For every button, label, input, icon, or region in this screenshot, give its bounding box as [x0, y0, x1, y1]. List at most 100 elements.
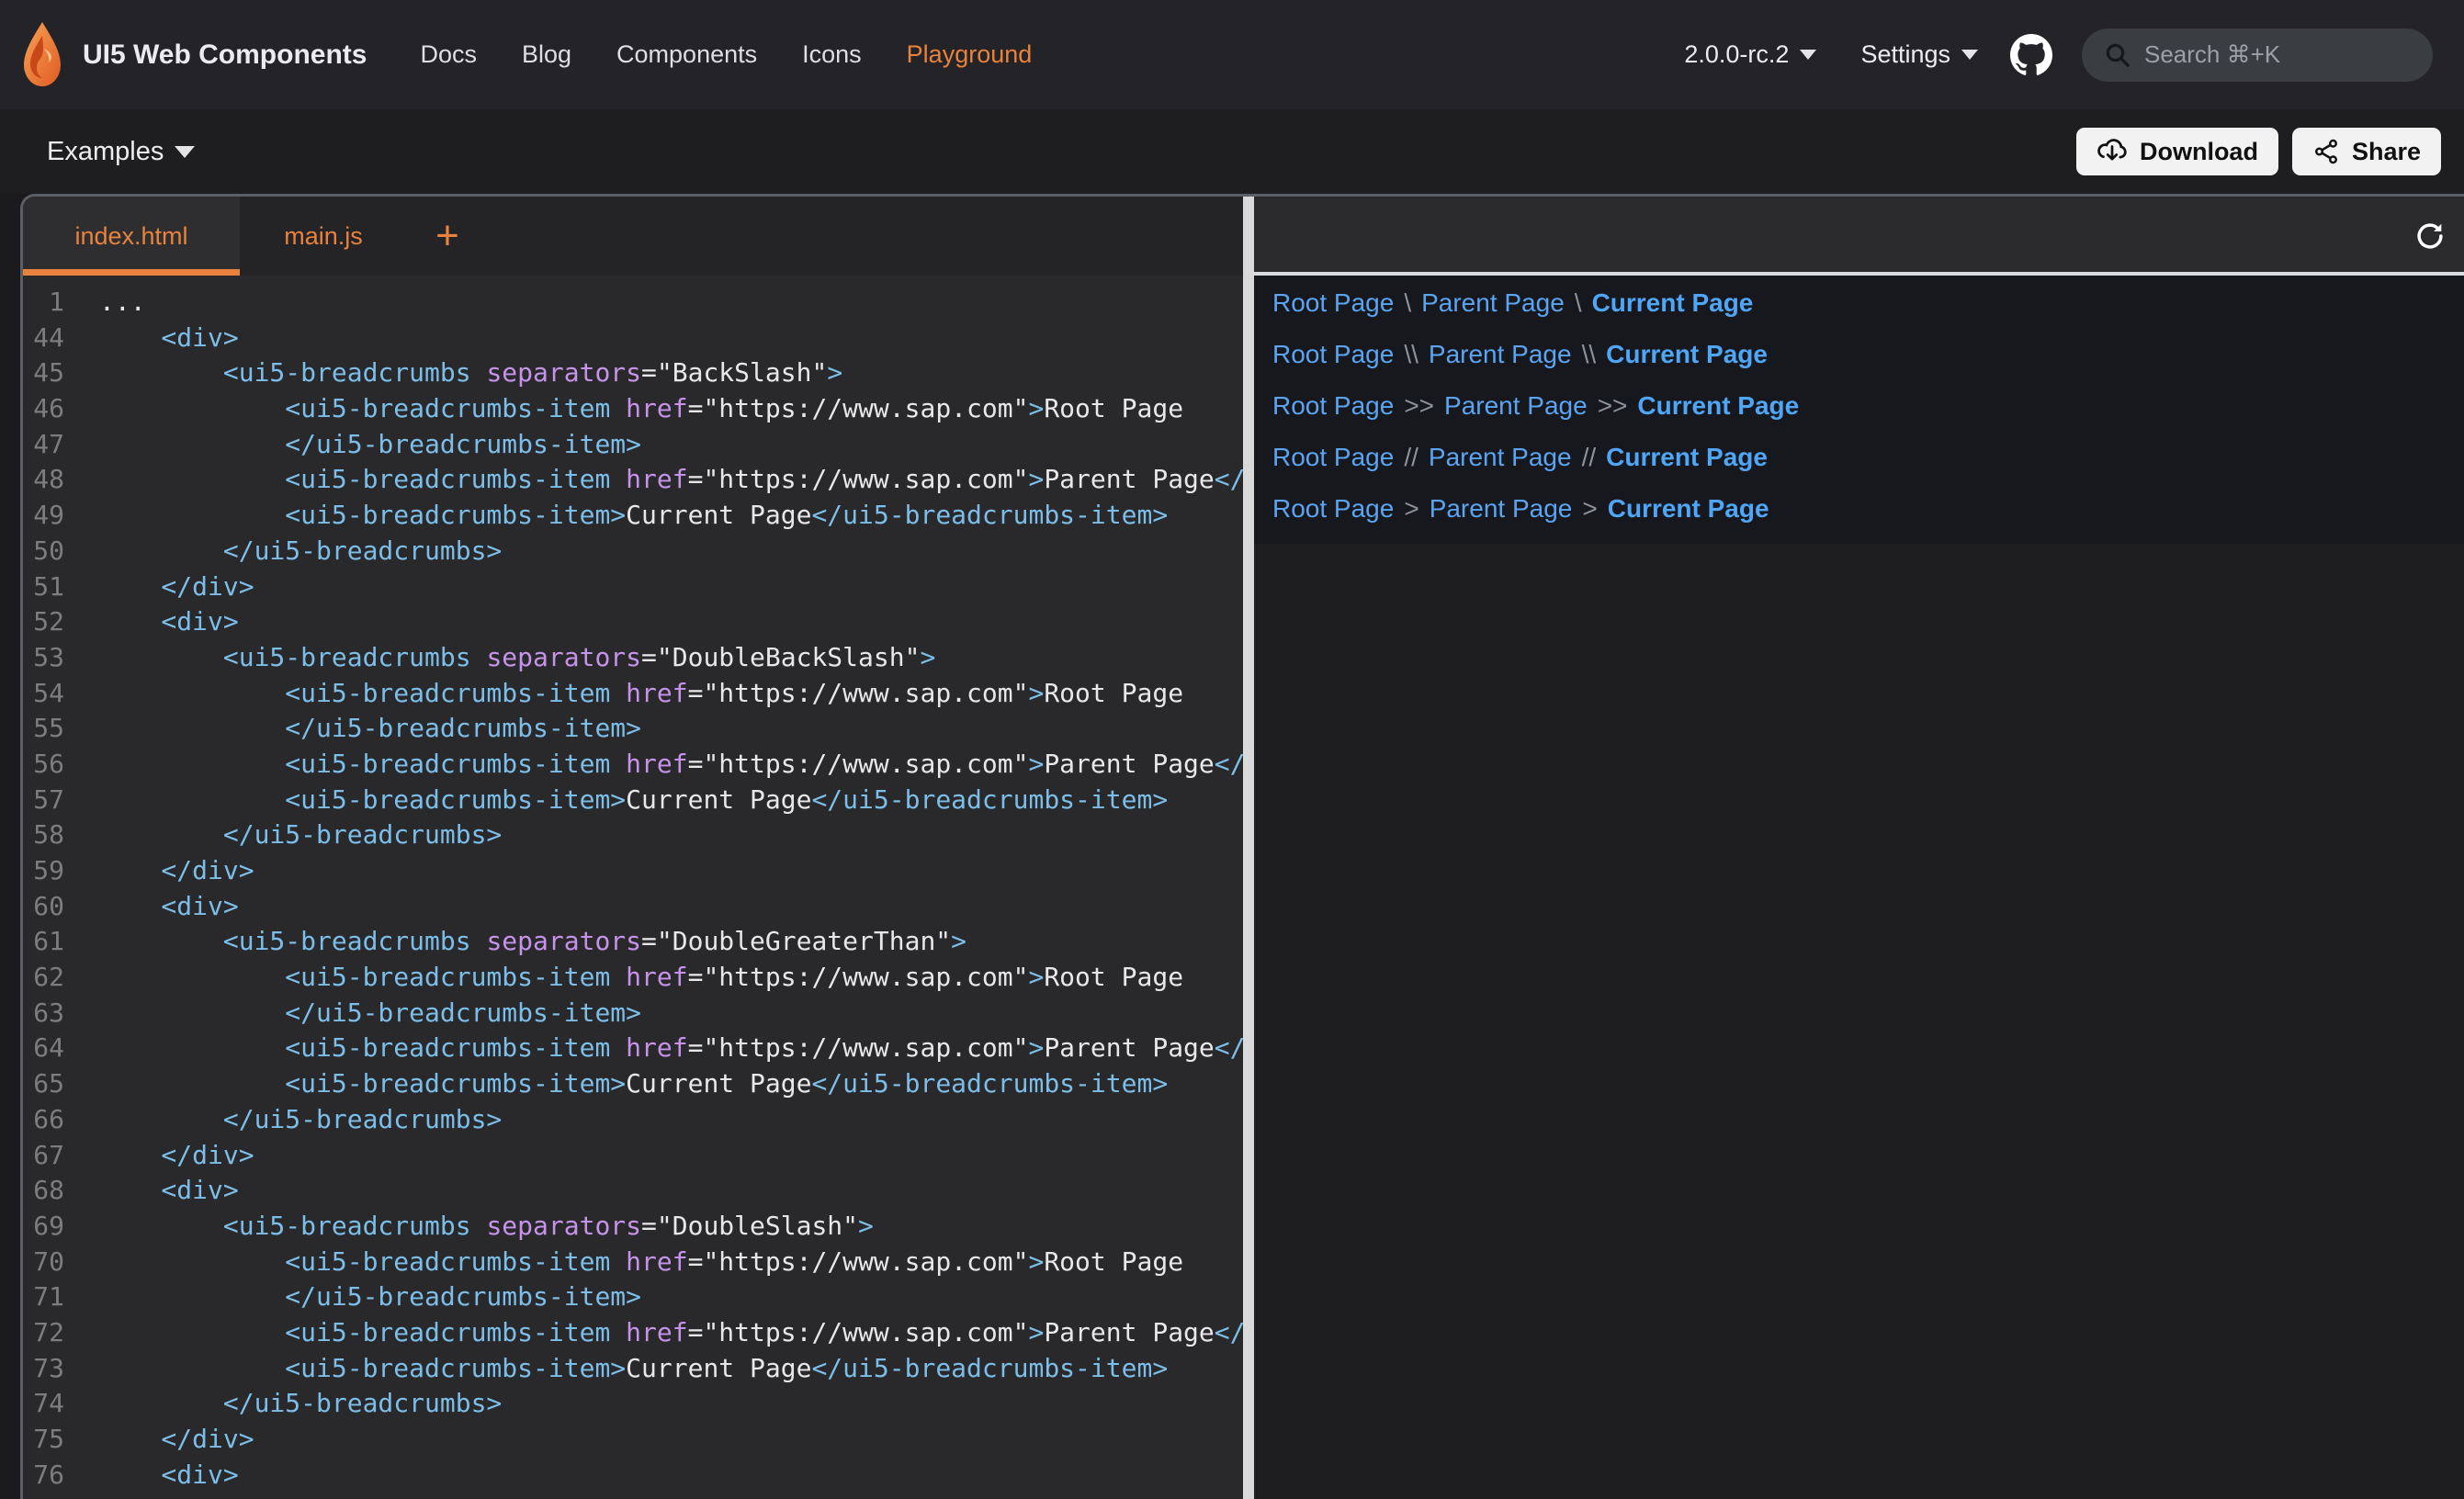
- breadcrumb-link[interactable]: Parent Page: [1429, 443, 1572, 471]
- breadcrumb-separator: //: [1404, 443, 1418, 471]
- chevron-down-icon: [1961, 50, 1978, 60]
- nav-item-components[interactable]: Components: [616, 40, 757, 69]
- playground-container: index.html main.js + 1...44 <div>45 <ui5…: [20, 194, 2464, 1499]
- code-line: 75 </div>: [23, 1422, 1243, 1458]
- code-line: 57 <ui5-breadcrumbs-item>Current Page</u…: [23, 783, 1243, 818]
- breadcrumb-link[interactable]: Root Page: [1272, 443, 1394, 471]
- code-line: 69 <ui5-breadcrumbs separators="DoubleSl…: [23, 1209, 1243, 1245]
- breadcrumb-link[interactable]: Parent Page: [1430, 494, 1573, 523]
- line-number: 66: [23, 1102, 64, 1138]
- code-line: 71 </ui5-breadcrumbs-item>: [23, 1279, 1243, 1315]
- code-lines[interactable]: 1...44 <div>45 <ui5-breadcrumbs separato…: [23, 276, 1243, 1499]
- code-editor-pane: index.html main.js + 1...44 <div>45 <ui5…: [23, 197, 1243, 1499]
- code-token: </: [1215, 1317, 1243, 1347]
- line-number: 47: [23, 427, 64, 463]
- examples-dropdown[interactable]: Examples: [47, 137, 195, 167]
- main-nav: Docs Blog Components Icons Playground: [420, 40, 1077, 69]
- code-token: Parent Page: [1044, 749, 1214, 779]
- line-number: 61: [23, 924, 64, 960]
- code-token: ="https://www.sap.com": [688, 1317, 1029, 1347]
- breadcrumb-link[interactable]: Root Page: [1272, 340, 1394, 368]
- code-token: <ui5-breadcrumbs-item: [99, 678, 626, 708]
- breadcrumb-current: Current Page: [1606, 443, 1768, 471]
- tab-main-js[interactable]: main.js: [240, 197, 407, 276]
- share-button[interactable]: Share: [2292, 128, 2441, 175]
- line-number: 73: [23, 1351, 64, 1387]
- code-line: 62 <ui5-breadcrumbs-item href="https://w…: [23, 960, 1243, 996]
- line-number: 68: [23, 1173, 64, 1209]
- breadcrumb-current: Current Page: [1606, 340, 1768, 368]
- add-tab-button[interactable]: +: [418, 197, 477, 276]
- line-number: 1: [23, 285, 64, 321]
- nav-item-icons[interactable]: Icons: [802, 40, 862, 69]
- breadcrumb-separator: \: [1575, 288, 1582, 317]
- code-token: Current Page: [626, 784, 811, 815]
- line-number: 44: [23, 321, 64, 356]
- settings-dropdown[interactable]: Settings: [1860, 40, 1978, 69]
- code-token: href: [626, 1246, 687, 1277]
- code-token: <ui5-breadcrumbs-item: [99, 464, 626, 494]
- refresh-icon[interactable]: [2413, 219, 2447, 254]
- code-token: <div>: [99, 1460, 239, 1490]
- code-token: <ui5-breadcrumbs: [99, 926, 486, 956]
- code-token: <ui5-breadcrumbs-item: [99, 749, 626, 779]
- code-token: >: [1028, 962, 1044, 992]
- code-line: 65 <ui5-breadcrumbs-item>Current Page</u…: [23, 1066, 1243, 1102]
- code-token: ="DoubleGreaterThan": [641, 926, 951, 956]
- download-label: Download: [2140, 138, 2258, 166]
- version-dropdown[interactable]: 2.0.0-rc.2: [1684, 40, 1816, 69]
- download-button[interactable]: Download: [2076, 128, 2278, 175]
- code-line: 54 <ui5-breadcrumbs-item href="https://w…: [23, 676, 1243, 712]
- code-line: 46 <ui5-breadcrumbs-item href="https://w…: [23, 391, 1243, 427]
- breadcrumb-link[interactable]: Parent Page: [1421, 288, 1565, 317]
- search-input[interactable]: [2144, 40, 2411, 69]
- examples-toolbar: Examples Download Share: [0, 109, 2464, 194]
- code-token: </div>: [99, 855, 254, 885]
- code-token: <div>: [99, 606, 239, 637]
- code-token: Root Page: [1044, 962, 1183, 992]
- preview-toolbar: [1254, 197, 2464, 276]
- tab-index-html[interactable]: index.html: [23, 197, 240, 276]
- code-token: </ui5-breadcrumbs-item>: [811, 1068, 1168, 1099]
- examples-label: Examples: [47, 137, 164, 167]
- breadcrumb-separator: >>: [1404, 391, 1434, 420]
- breadcrumb-current: Current Page: [1637, 391, 1799, 420]
- code-token: </ui5-breadcrumbs-item>: [99, 429, 641, 459]
- code-line: 53 <ui5-breadcrumbs separators="DoubleBa…: [23, 640, 1243, 676]
- code-token: >: [1028, 749, 1044, 779]
- nav-item-playground[interactable]: Playground: [907, 40, 1033, 69]
- tab-label: index.html: [74, 222, 187, 251]
- line-number: 60: [23, 889, 64, 925]
- line-number: 57: [23, 783, 64, 818]
- code-line: 45 <ui5-breadcrumbs separators="BackSlas…: [23, 355, 1243, 391]
- preview-pane: Root Page\Parent Page\Current PageRoot P…: [1254, 197, 2464, 1499]
- breadcrumb-link[interactable]: Parent Page: [1429, 340, 1572, 368]
- code-line: 51 </div>: [23, 569, 1243, 605]
- github-icon[interactable]: [2010, 34, 2052, 76]
- code-token: >: [1028, 393, 1044, 423]
- code-token: Root Page: [1044, 393, 1183, 423]
- line-number: 51: [23, 569, 64, 605]
- code-line: 66 </ui5-breadcrumbs>: [23, 1102, 1243, 1138]
- code-line: 52 <div>: [23, 604, 1243, 640]
- line-number: 56: [23, 747, 64, 783]
- search-box[interactable]: [2082, 28, 2433, 82]
- breadcrumb-link[interactable]: Root Page: [1272, 494, 1394, 523]
- code-token: ="https://www.sap.com": [688, 393, 1029, 423]
- code-token: >: [1028, 678, 1044, 708]
- breadcrumb-link[interactable]: Parent Page: [1444, 391, 1588, 420]
- code-line: 74 </ui5-breadcrumbs>: [23, 1386, 1243, 1422]
- top-header: UI5 Web Components DocsBlogComponentsIco…: [0, 0, 2464, 109]
- breadcrumb-link[interactable]: Root Page: [1272, 391, 1394, 420]
- code-token: <ui5-breadcrumbs-item: [99, 393, 626, 423]
- code-token: Parent Page: [1044, 464, 1214, 494]
- code-token: <ui5-breadcrumbs-item>: [99, 784, 626, 815]
- split-resizer-handle[interactable]: [1243, 197, 1254, 1499]
- nav-item-docs[interactable]: Docs: [420, 40, 477, 69]
- breadcrumb-row: Root Page>Parent Page>Current Page: [1272, 494, 2464, 524]
- breadcrumb-link[interactable]: Root Page: [1272, 288, 1394, 317]
- nav-item-blog[interactable]: Blog: [522, 40, 571, 69]
- code-token: </ui5-breadcrumbs-item>: [99, 713, 641, 743]
- code-token: ="https://www.sap.com": [688, 678, 1029, 708]
- code-token: </ui5-breadcrumbs-item>: [811, 1353, 1168, 1383]
